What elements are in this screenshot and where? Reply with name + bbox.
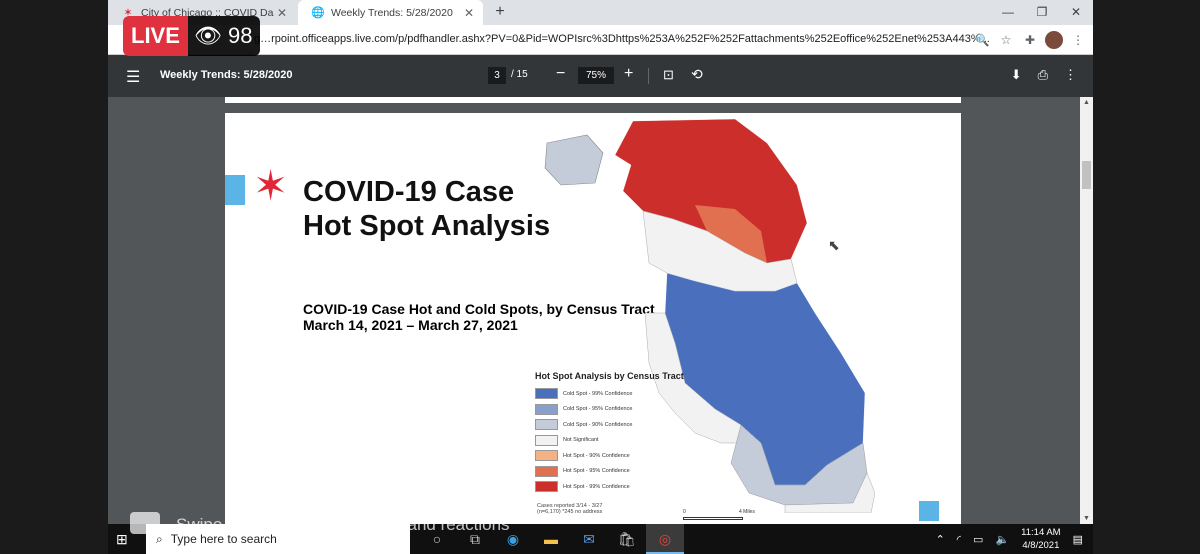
mouse-cursor-icon: ⬉ [828, 237, 840, 253]
tab-title: Weekly Trends: 5/28/2020 [331, 6, 453, 19]
scale-max: 4 Miles [739, 509, 755, 515]
map-scale-bar: 0 4 Miles [683, 509, 763, 520]
toolbar-divider [648, 68, 649, 84]
volume-icon[interactable]: 🔈 [995, 533, 1009, 546]
rotate-icon[interactable]: ⟲ [691, 66, 703, 83]
scale-zero: 0 [683, 509, 686, 515]
tab-weekly-trends[interactable]: 🌐 Weekly Trends: 5/28/2020 ✕ [298, 0, 483, 25]
chicago-star-icon: ✶ [253, 162, 289, 209]
legend-swatch [535, 434, 558, 446]
legend-swatch [535, 481, 558, 493]
comment-hint: Swipe left to reveal comments and reacti… [176, 515, 510, 534]
pdf-page: ✶ COVID-19 Case Hot Spot Analysis COVID-… [225, 113, 961, 524]
legend-swatch [535, 419, 558, 431]
menu-icon[interactable]: ☰ [126, 67, 140, 87]
legend-item: Not Significant [535, 433, 684, 449]
legend-label: Cold Spot - 90% Confidence [563, 421, 633, 428]
minimize-button[interactable]: — [991, 0, 1025, 25]
new-tab-button[interactable]: + [490, 3, 510, 21]
pdf-toolbar: ☰ Weekly Trends: 5/28/2020 3 / 15 − 75% … [108, 55, 1093, 97]
case-notes: Cases reported 3/14 - 3/27 (n=6,170) *24… [537, 503, 602, 515]
clock-date: 4/8/2021 [1022, 540, 1060, 551]
note-line-2: (n=6,170) *245 no address [537, 509, 603, 515]
url-input[interactable]: g…rpoint.officeapps.live.com/p/pdfhandle… [254, 33, 990, 45]
pdf-viewer[interactable]: ✶ COVID-19 Case Hot Spot Analysis COVID-… [108, 97, 1093, 524]
system-tray: ⌃ ◜ ▭ 🔈 11:14 AM 4/8/2021 ▤ [936, 524, 1083, 554]
document-title: Weekly Trends: 5/28/2020 [160, 69, 293, 81]
legend-label: Cold Spot - 99% Confidence [563, 390, 633, 397]
legend-label: Cold Spot - 95% Confidence [563, 406, 633, 413]
viewer-count: 👁 98 [187, 16, 261, 56]
legend-item: Cold Spot - 99% Confidence [535, 386, 684, 402]
legend-label: Hot Spot - 90% Confidence [563, 452, 630, 459]
close-icon[interactable]: ✕ [461, 6, 477, 20]
page-number-input[interactable]: 3 [488, 67, 506, 84]
clock[interactable]: 11:14 AM 4/8/2021 [1021, 526, 1060, 552]
live-label: LIVE [123, 16, 188, 56]
decorative-blue-square [225, 175, 245, 205]
legend-item: Cold Spot - 95% Confidence [535, 402, 684, 418]
legend-swatch [535, 403, 558, 415]
bookmark-star-icon[interactable]: ☆ [997, 31, 1015, 49]
pdf-actions: ⬇ ⎙ ⋮ [1011, 67, 1077, 83]
zoom-out-button[interactable]: − [556, 65, 565, 83]
notification-icon[interactable]: ▤ [1073, 533, 1083, 546]
slide-heading: COVID-19 Case Hot Spot Analysis [303, 175, 550, 243]
store-icon[interactable]: 🛍 [608, 524, 646, 554]
zoom-in-button[interactable]: + [624, 65, 633, 83]
legend-swatch [535, 465, 558, 477]
map-legend: Hot Spot Analysis by Census Tract Cold S… [535, 371, 684, 495]
zoom-level-input[interactable]: 75% [578, 67, 614, 84]
clock-time: 11:14 AM [1021, 527, 1061, 538]
search-icon[interactable]: 🔍 [973, 31, 991, 49]
scrollbar-thumb[interactable] [1082, 161, 1091, 189]
legend-title: Hot Spot Analysis by Census Tract [535, 371, 684, 381]
chrome-icon[interactable]: ◎ [646, 524, 684, 554]
comment-reaction-icon[interactable] [130, 512, 160, 534]
legend-item: Cold Spot - 90% Confidence [535, 417, 684, 433]
page-total: / 15 [511, 69, 528, 80]
legend-swatch [535, 450, 558, 462]
legend-label: Hot Spot - 95% Confidence [563, 468, 630, 475]
chevron-up-icon[interactable]: ⌃ [936, 533, 945, 546]
decorative-blue-square [919, 501, 939, 521]
restore-button[interactable]: ❐ [1025, 0, 1059, 25]
wifi-icon[interactable]: ◜ [957, 533, 961, 546]
window-controls: — ❐ ✕ [991, 0, 1093, 25]
battery-icon[interactable]: ▭ [973, 533, 983, 546]
scrollbar[interactable]: ▲ ▼ [1080, 97, 1093, 524]
heading-line-1: COVID-19 Case [303, 176, 515, 208]
more-options-icon[interactable]: ⋮ [1064, 67, 1077, 83]
legend-label: Not Significant [563, 437, 599, 444]
file-explorer-icon[interactable]: ▬ [532, 524, 570, 554]
address-bar-actions: 🔍 ☆ ✚ ⋮ [973, 31, 1087, 49]
browser-window: ✶ City of Chicago :: COVID Dashbo ✕ 🌐 We… [108, 0, 1093, 524]
legend-item: Hot Spot - 99% Confidence [535, 479, 684, 495]
map-south-cold-region [664, 272, 866, 486]
scroll-down-arrow[interactable]: ▼ [1080, 515, 1093, 522]
download-icon[interactable]: ⬇ [1011, 67, 1022, 83]
legend-item: Hot Spot - 95% Confidence [535, 464, 684, 480]
map-northwest-area [544, 134, 604, 186]
fit-page-icon[interactable]: ⊡ [663, 67, 674, 83]
viewer-count-value: 98 [227, 23, 253, 48]
windows-start-icon[interactable]: ⊞ [116, 531, 128, 548]
globe-icon: 🌐 [311, 7, 325, 19]
mail-icon[interactable]: ✉ [570, 524, 608, 554]
print-icon[interactable]: ⎙ [1038, 67, 1048, 83]
more-options-icon[interactable]: ⋮ [1069, 31, 1087, 49]
extensions-icon[interactable]: ✚ [1021, 31, 1039, 49]
close-window-button[interactable]: ✕ [1059, 0, 1093, 25]
legend-swatch [535, 388, 558, 400]
heading-line-2: Hot Spot Analysis [303, 210, 551, 242]
close-icon[interactable]: ✕ [274, 6, 290, 20]
live-badge: LIVE 👁 98 [123, 16, 261, 56]
previous-page-edge [225, 97, 961, 103]
legend-item: Hot Spot - 90% Confidence [535, 448, 684, 464]
scroll-up-arrow[interactable]: ▲ [1080, 99, 1093, 106]
legend-label: Hot Spot - 99% Confidence [563, 483, 630, 490]
avatar[interactable] [1045, 31, 1063, 49]
scale-bar-line [683, 517, 743, 520]
